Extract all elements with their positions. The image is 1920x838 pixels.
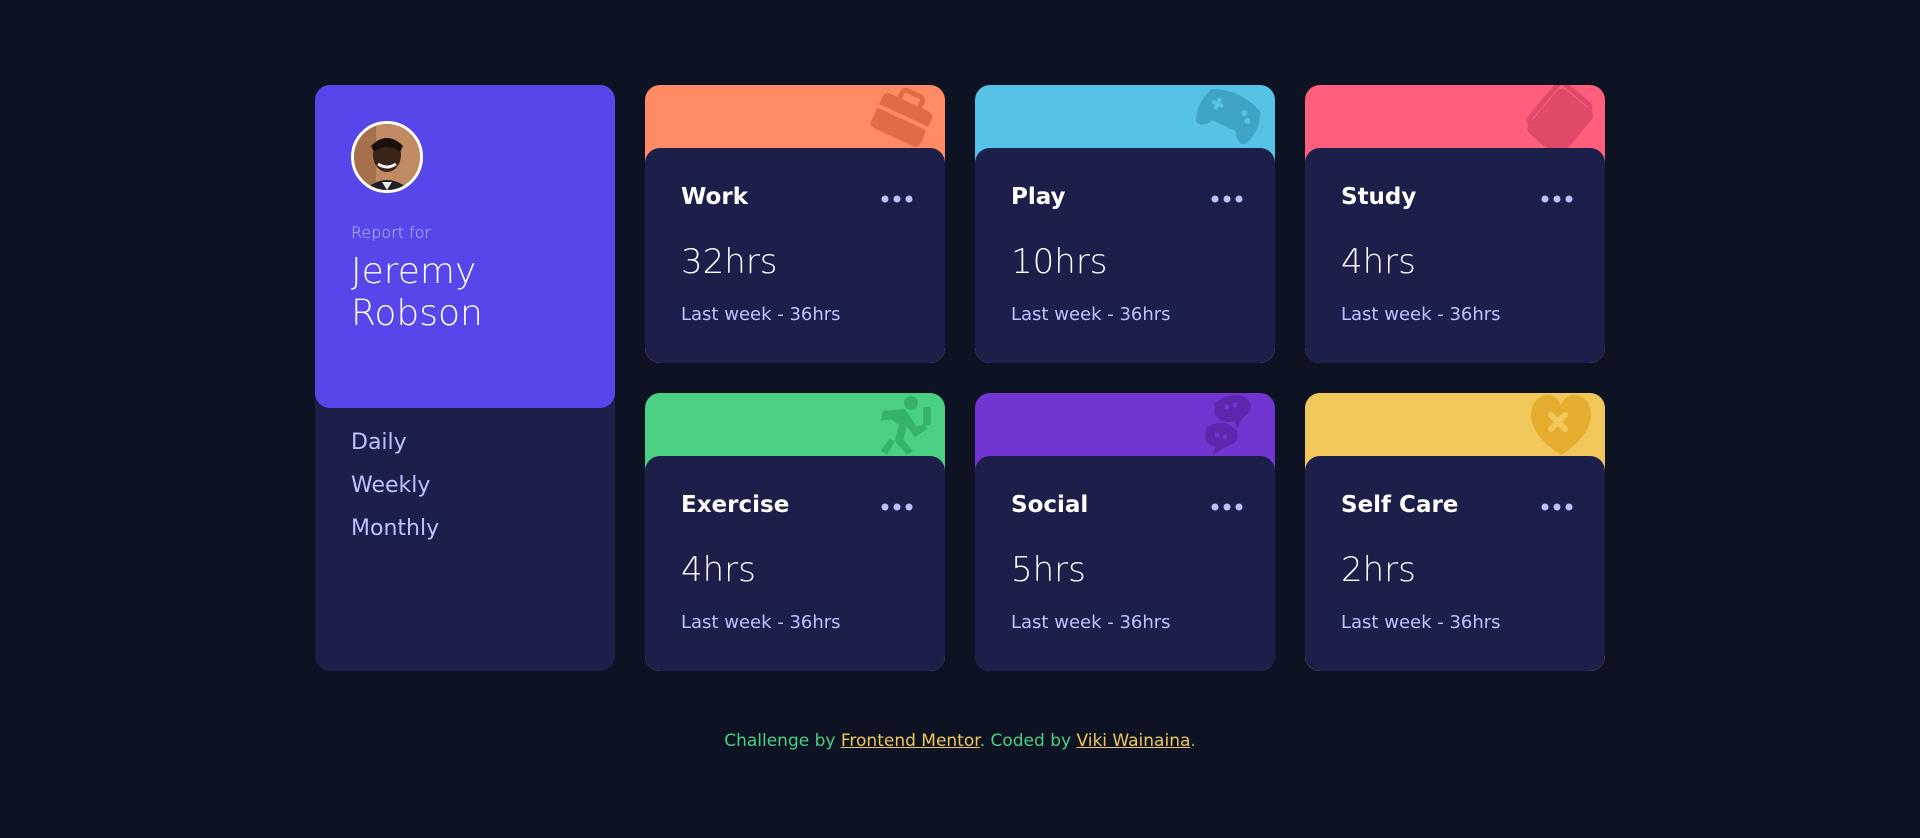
card-title: Exercise <box>681 492 790 518</box>
timeframe-daily[interactable]: Daily <box>351 421 439 464</box>
card-title: Study <box>1341 184 1417 210</box>
current-hours: 4hrs <box>1341 242 1416 282</box>
author-link[interactable]: Viki Wainaina <box>1076 731 1190 751</box>
footer-period: . <box>1190 731 1196 751</box>
timeframe-selector: Daily Weekly Monthly <box>351 421 439 550</box>
book-icon <box>1525 85 1597 156</box>
card-body: Study 4hrs Last week - 36hrs <box>1305 148 1605 363</box>
profile-card: Report for Jeremy Robson Daily Weekly Mo… <box>315 85 615 671</box>
card-self-care: Self Care 2hrs Last week - 36hrs <box>1305 393 1605 671</box>
current-hours: 10hrs <box>1011 242 1108 282</box>
dashboard: Report for Jeremy Robson Daily Weekly Mo… <box>315 85 1605 671</box>
avatar <box>351 121 423 193</box>
current-hours: 2hrs <box>1341 550 1416 590</box>
card-exercise: Exercise 4hrs Last week - 36hrs <box>645 393 945 671</box>
more-options-icon[interactable] <box>881 194 913 204</box>
previous-hours: Last week - 36hrs <box>1011 612 1171 633</box>
current-hours: 5hrs <box>1011 550 1086 590</box>
footer-challenge-text: Challenge by <box>724 731 836 751</box>
card-body: Play 10hrs Last week - 36hrs <box>975 148 1275 363</box>
previous-hours: Last week - 36hrs <box>1341 612 1501 633</box>
chat-bubbles-icon <box>1195 393 1267 461</box>
card-body: Self Care 2hrs Last week - 36hrs <box>1305 456 1605 671</box>
card-title: Play <box>1011 184 1066 210</box>
card-body: Exercise 4hrs Last week - 36hrs <box>645 456 945 671</box>
user-name: Jeremy Robson <box>351 251 483 334</box>
timeframe-weekly[interactable]: Weekly <box>351 464 439 507</box>
more-options-icon[interactable] <box>1541 194 1573 204</box>
report-for-label: Report for <box>351 223 432 242</box>
more-options-icon[interactable] <box>1541 502 1573 512</box>
previous-hours: Last week - 36hrs <box>681 612 841 633</box>
card-title: Work <box>681 184 748 210</box>
previous-hours: Last week - 36hrs <box>1341 304 1501 325</box>
profile-header: Report for Jeremy Robson <box>315 85 615 408</box>
card-title: Self Care <box>1341 492 1459 518</box>
card-title: Social <box>1011 492 1089 518</box>
timeframe-monthly[interactable]: Monthly <box>351 507 439 550</box>
footer: Challenge by Frontend Mentor. Coded by V… <box>0 731 1920 751</box>
current-hours: 32hrs <box>681 242 778 282</box>
briefcase-icon <box>867 85 937 155</box>
card-study: Study 4hrs Last week - 36hrs <box>1305 85 1605 363</box>
more-options-icon[interactable] <box>1211 502 1243 512</box>
more-options-icon[interactable] <box>1211 194 1243 204</box>
heart-icon <box>1525 393 1597 461</box>
card-body: Work 32hrs Last week - 36hrs <box>645 148 945 363</box>
more-options-icon[interactable] <box>881 502 913 512</box>
card-body: Social 5hrs Last week - 36hrs <box>975 456 1275 671</box>
card-social: Social 5hrs Last week - 36hrs <box>975 393 1275 671</box>
gamepad-icon <box>1193 85 1267 151</box>
card-play: Play 10hrs Last week - 36hrs <box>975 85 1275 363</box>
frontend-mentor-link[interactable]: Frontend Mentor <box>841 731 980 751</box>
current-hours: 4hrs <box>681 550 756 590</box>
footer-coded-text: . Coded by <box>979 731 1072 751</box>
running-person-icon <box>865 393 937 461</box>
previous-hours: Last week - 36hrs <box>681 304 841 325</box>
card-work: Work 32hrs Last week - 36hrs <box>645 85 945 363</box>
previous-hours: Last week - 36hrs <box>1011 304 1171 325</box>
